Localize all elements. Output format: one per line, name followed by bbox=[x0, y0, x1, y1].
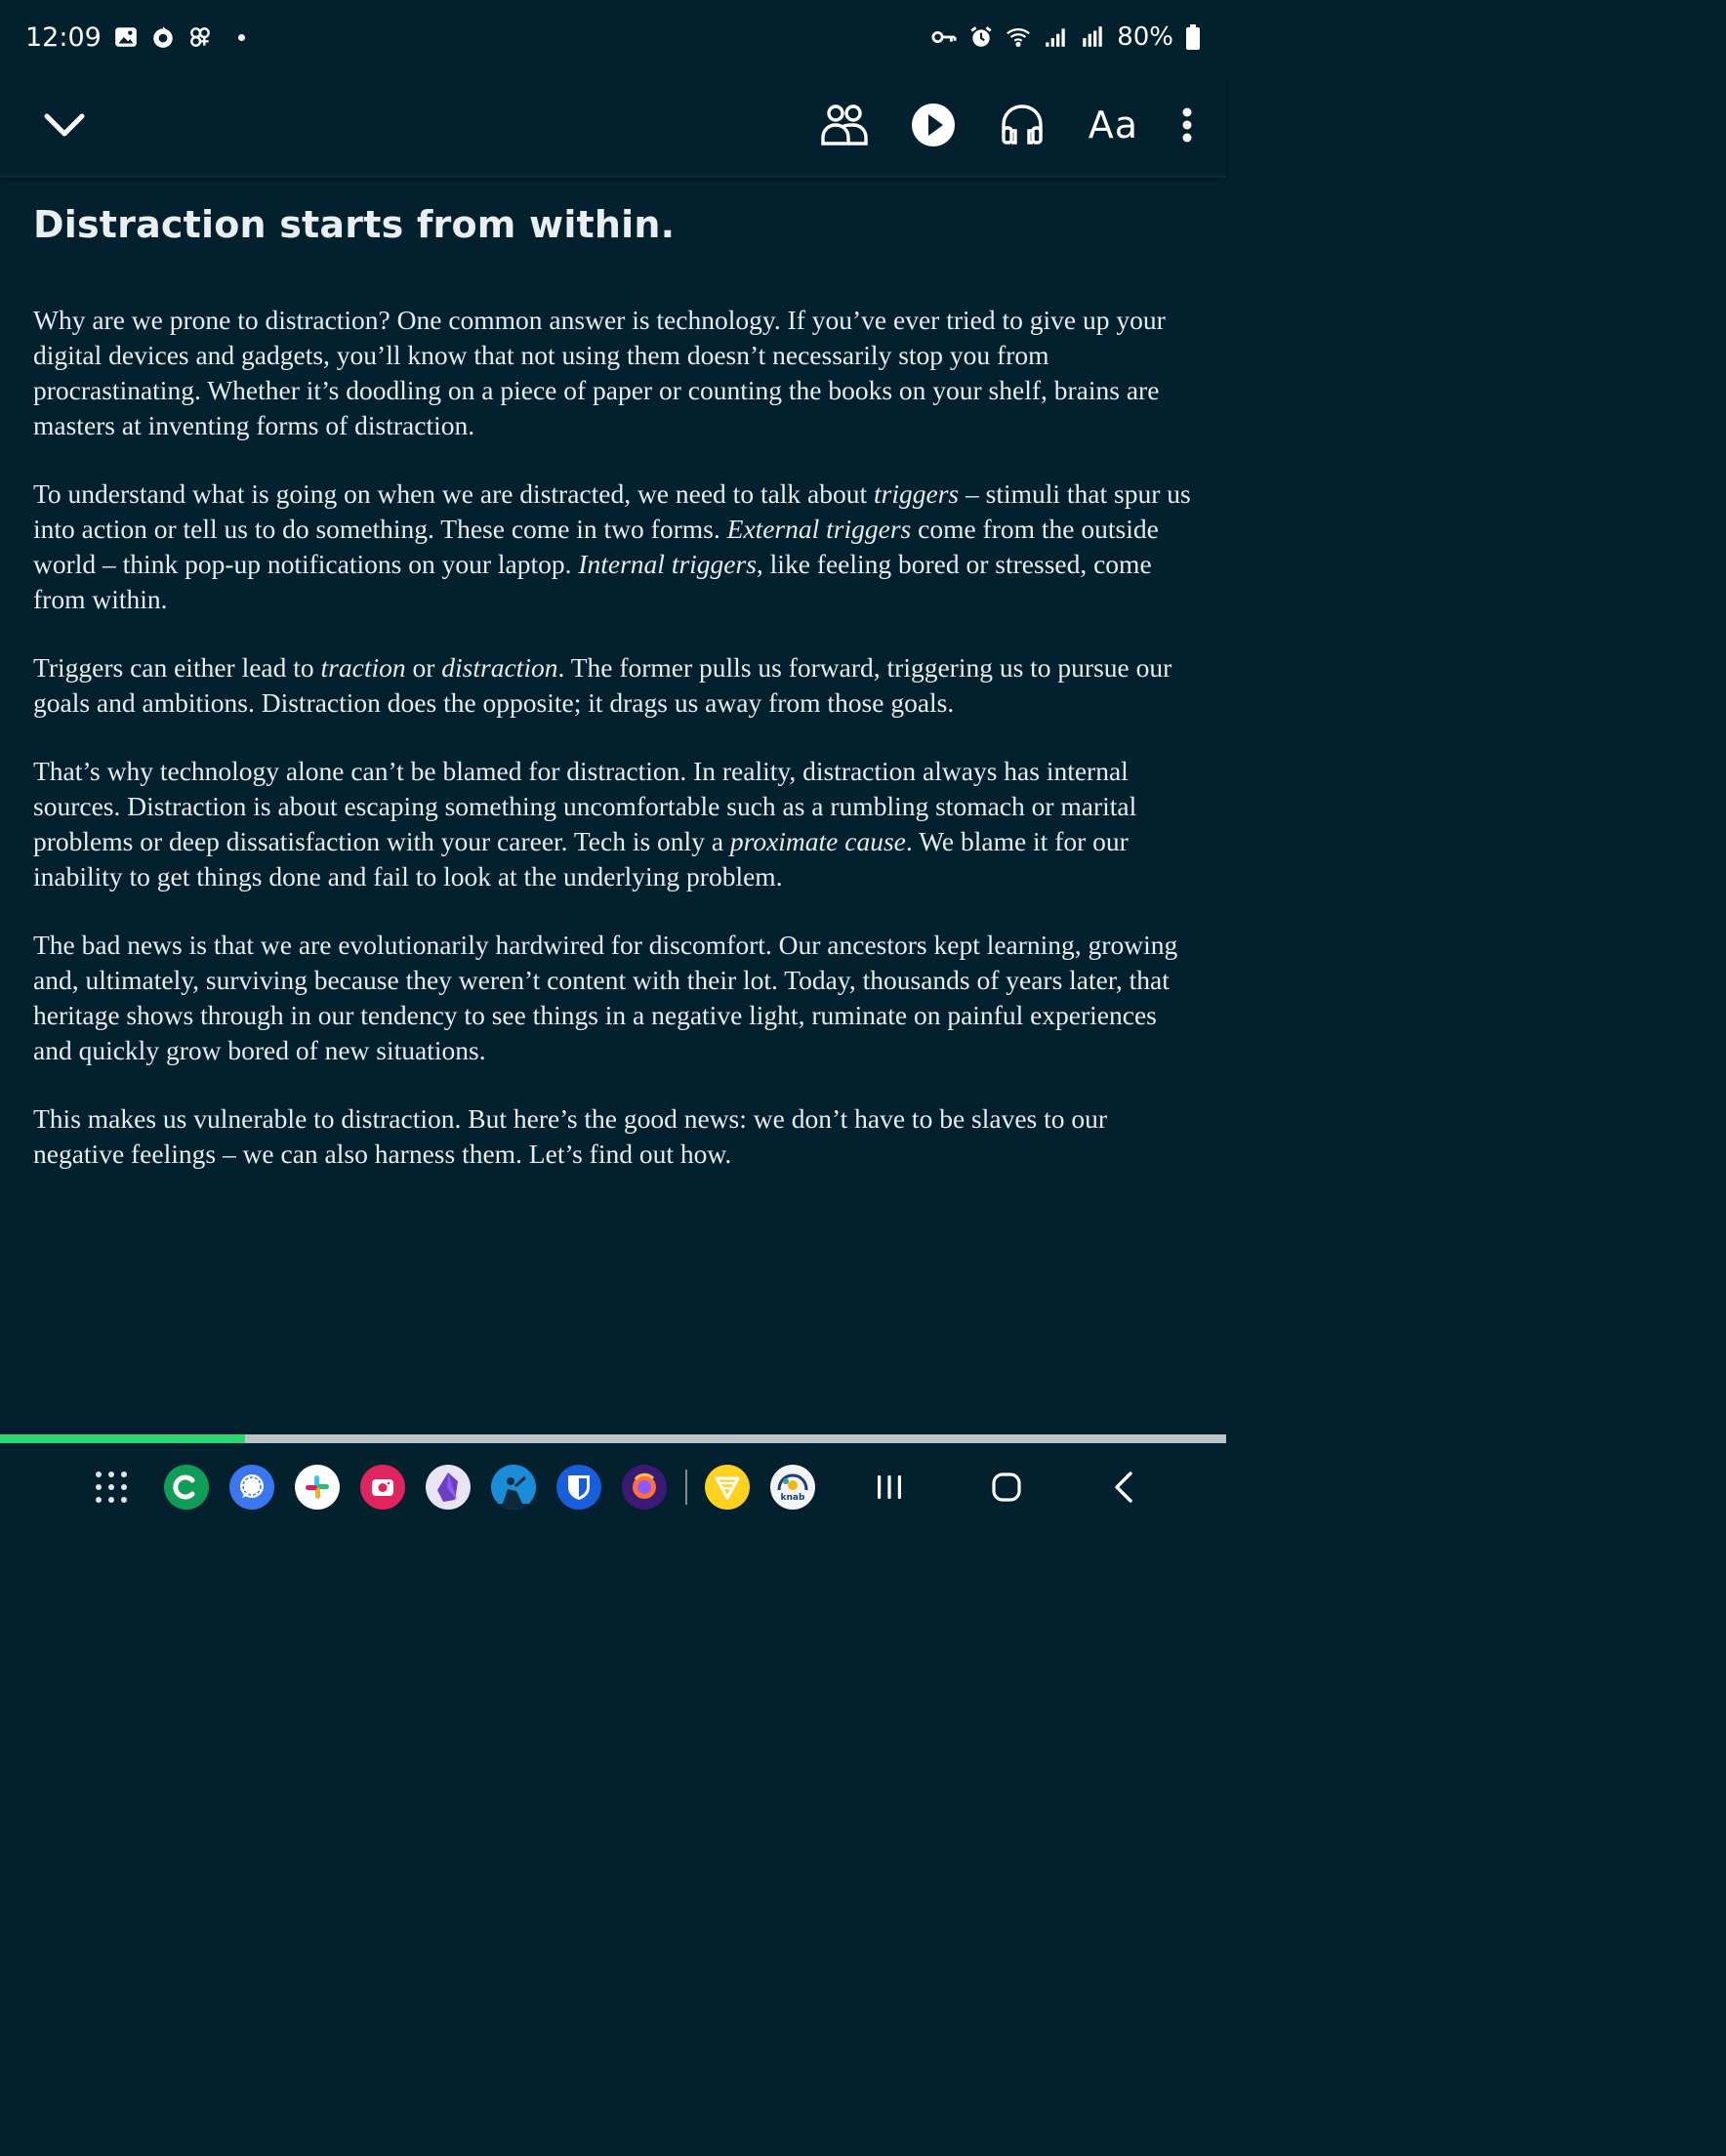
more-icon[interactable] bbox=[1181, 107, 1193, 143]
bitwarden-app[interactable] bbox=[556, 1465, 601, 1510]
sync-icon bbox=[150, 24, 176, 50]
notification-dot bbox=[237, 33, 245, 41]
article-paragraph: The bad news is that we are evolutionari… bbox=[33, 928, 1195, 1068]
camera-app[interactable] bbox=[360, 1465, 405, 1510]
paragraph-text: This makes us vulnerable to distraction.… bbox=[33, 1103, 1108, 1169]
pinwheel-icon bbox=[187, 24, 213, 50]
collapse-chevron-icon[interactable] bbox=[43, 110, 86, 140]
recent-apps-icon[interactable] bbox=[865, 1463, 914, 1512]
italic-term: proximate cause bbox=[729, 826, 906, 856]
reading-progress-bar bbox=[0, 1434, 1226, 1443]
article-paragraph: That’s why technology alone can’t be bla… bbox=[33, 754, 1195, 894]
signal-app[interactable] bbox=[229, 1465, 274, 1510]
phone-c-icon bbox=[173, 1474, 195, 1500]
firefox-app[interactable] bbox=[622, 1465, 667, 1510]
paragraph-text: Why are we prone to distraction? One com… bbox=[33, 305, 1166, 440]
paragraph-text: The bad news is that we are evolutionari… bbox=[33, 930, 1178, 1065]
gallery-icon bbox=[113, 24, 139, 50]
italic-term: Internal triggers bbox=[578, 549, 757, 579]
italic-term: traction bbox=[320, 652, 406, 683]
system-nav-keys bbox=[865, 1463, 1148, 1512]
article-body: Why are we prone to distraction? One com… bbox=[33, 303, 1195, 1172]
kindle-app[interactable] bbox=[491, 1465, 536, 1510]
phone-app[interactable] bbox=[164, 1465, 209, 1510]
article-paragraph: This makes us vulnerable to distraction.… bbox=[33, 1101, 1195, 1172]
headphones-icon[interactable] bbox=[999, 104, 1046, 146]
article-title: Distraction starts from within. bbox=[33, 203, 676, 246]
firefox-icon bbox=[633, 1472, 656, 1499]
italic-term: External triggers bbox=[726, 514, 912, 544]
back-icon[interactable] bbox=[1099, 1463, 1148, 1512]
toolbar-actions: Aa bbox=[821, 103, 1193, 147]
obsidian-gem-icon bbox=[437, 1472, 458, 1502]
battery-percent: 80% bbox=[1117, 22, 1173, 52]
bitwarden-shield-icon bbox=[568, 1475, 590, 1500]
knab-label: knab bbox=[780, 1492, 805, 1503]
article-paragraph: Triggers can either lead to traction or … bbox=[33, 650, 1195, 721]
slack-app[interactable] bbox=[295, 1465, 340, 1510]
people-icon[interactable] bbox=[821, 104, 868, 146]
signal-r-icon bbox=[1080, 24, 1105, 50]
signal-icon bbox=[1043, 24, 1068, 50]
obsidian-app[interactable] bbox=[426, 1465, 471, 1510]
navigation-bar: knab bbox=[0, 1443, 1226, 1531]
slack-icon bbox=[306, 1475, 329, 1499]
article-paragraph: Why are we prone to distraction? One com… bbox=[33, 303, 1195, 443]
alarm-icon bbox=[968, 24, 994, 50]
app-drawer-icon[interactable] bbox=[94, 1470, 129, 1505]
paragraph-text: Triggers can either lead to bbox=[33, 652, 321, 683]
home-icon[interactable] bbox=[982, 1463, 1031, 1512]
battery-icon bbox=[1185, 24, 1201, 50]
kindle-reader-icon bbox=[491, 1465, 536, 1510]
play-icon bbox=[911, 104, 955, 146]
text-size-button[interactable]: Aa bbox=[1089, 104, 1138, 146]
reader-toolbar: Aa bbox=[0, 74, 1226, 178]
italic-term: distraction bbox=[441, 652, 558, 683]
paragraph-text: To understand what is going on when we a… bbox=[33, 478, 875, 509]
status-left: 12:09 bbox=[25, 22, 245, 53]
italic-term: triggers bbox=[874, 478, 960, 509]
play-button[interactable] bbox=[911, 103, 956, 147]
wifi-icon bbox=[1006, 24, 1031, 50]
knab-app[interactable]: knab bbox=[770, 1465, 815, 1510]
status-time: 12:09 bbox=[25, 21, 102, 53]
camera-icon bbox=[372, 1479, 393, 1496]
status-bar: 12:09 80% bbox=[0, 0, 1226, 74]
dock-separator bbox=[685, 1470, 687, 1505]
todo-app[interactable] bbox=[705, 1465, 750, 1510]
article-content: Distraction starts from within. Why are … bbox=[33, 203, 1195, 1205]
reading-progress-fill bbox=[0, 1434, 246, 1443]
todo-icon bbox=[715, 1476, 740, 1500]
paragraph-text: or bbox=[405, 652, 442, 683]
status-right: 80% bbox=[931, 22, 1201, 52]
knab-icon bbox=[777, 1472, 808, 1490]
article-paragraph: To understand what is going on when we a… bbox=[33, 477, 1195, 617]
vpn-key-icon bbox=[931, 24, 957, 50]
signal-bubble-icon bbox=[240, 1474, 264, 1498]
